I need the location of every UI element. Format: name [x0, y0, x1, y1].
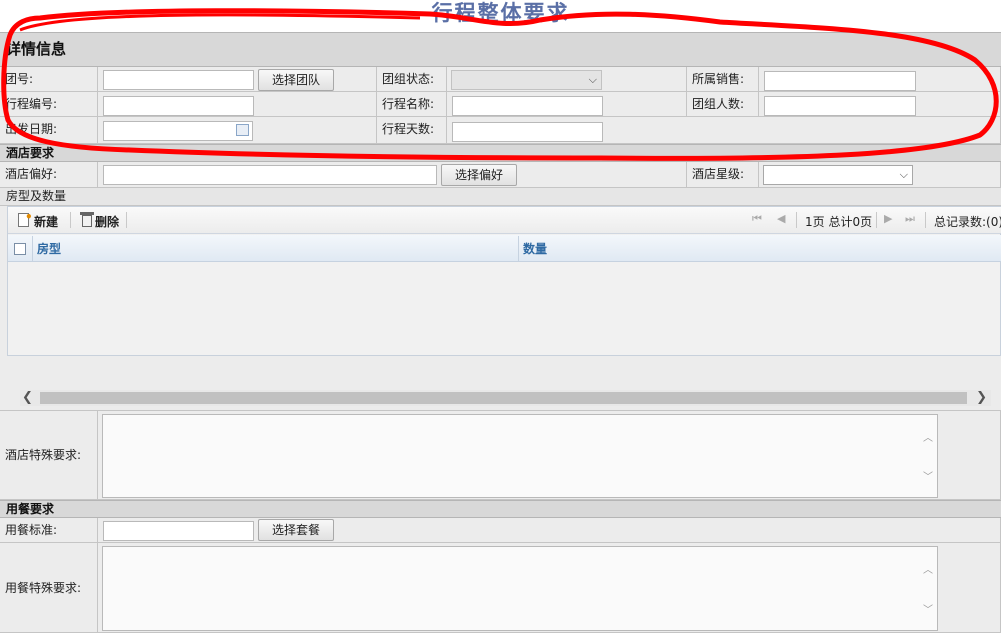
page-info: 1页 总计0页	[805, 215, 873, 229]
first-page-icon[interactable]: ⏮	[752, 212, 762, 226]
next-page-icon[interactable]: ▶	[884, 212, 892, 225]
scroll-up-icon[interactable]: ︿	[923, 429, 933, 444]
column-header-quantity[interactable]: 数量	[519, 236, 999, 262]
scroll-right-icon[interactable]: ❯	[976, 390, 987, 405]
scroll-down-icon[interactable]: ﹀	[923, 601, 933, 616]
rooms-heading: 房型及数量	[0, 188, 1001, 206]
group-no-input[interactable]	[103, 70, 254, 90]
calendar-icon[interactable]	[236, 124, 249, 136]
hotel-pref-label: 酒店偏好:	[0, 162, 98, 188]
group-no-label: 团号:	[0, 67, 98, 92]
toolbar-divider	[796, 212, 797, 228]
toolbar-divider	[876, 212, 877, 228]
group-size-input[interactable]	[764, 96, 916, 116]
last-page-icon[interactable]: ⏭	[905, 212, 915, 226]
scrollbar-thumb[interactable]	[40, 392, 967, 404]
itinerary-no-label: 行程编号:	[0, 92, 98, 117]
hotel-star-select[interactable]: ⌵	[763, 165, 913, 185]
depart-date-input[interactable]	[103, 121, 253, 141]
hotel-star-label: 酒店星级:	[687, 162, 759, 188]
hotel-special-label: 酒店特殊要求:	[0, 411, 98, 500]
group-size-label: 团组人数:	[687, 92, 759, 117]
meal-special-textarea[interactable]: ︿ ﹀	[102, 546, 938, 631]
new-icon[interactable]: •	[16, 210, 34, 229]
select-group-button[interactable]: 选择团队	[258, 69, 334, 91]
hotel-pref-input[interactable]	[103, 165, 437, 185]
itinerary-days-input[interactable]	[452, 122, 603, 142]
meal-standard-label: 用餐标准:	[0, 518, 98, 543]
scroll-left-icon[interactable]: ❮	[22, 390, 33, 405]
itinerary-days-label: 行程天数:	[377, 117, 447, 144]
itinerary-name-label: 行程名称:	[377, 92, 447, 117]
meal-special-label: 用餐特殊要求:	[0, 543, 98, 633]
select-package-button[interactable]: 选择套餐	[258, 519, 334, 541]
delete-button[interactable]: 删除	[95, 213, 119, 230]
chevron-down-icon: ⌵	[899, 168, 908, 181]
chevron-down-icon: ⌵	[588, 73, 597, 86]
trash-icon[interactable]	[80, 211, 94, 228]
sales-label: 所属销售:	[687, 67, 759, 92]
meal-standard-input[interactable]	[103, 521, 254, 541]
toolbar-divider	[70, 212, 71, 228]
itinerary-name-input[interactable]	[452, 96, 603, 116]
horizontal-scrollbar[interactable]: ❮ ❯	[20, 390, 991, 406]
select-pref-button[interactable]: 选择偏好	[441, 164, 517, 186]
hotel-section-heading: 酒店要求	[0, 144, 1001, 162]
depart-date-label: 出发日期:	[0, 117, 98, 144]
prev-page-icon[interactable]: ◀	[777, 212, 785, 225]
group-status-label: 团组状态:	[377, 67, 447, 92]
scroll-down-icon[interactable]: ﹀	[923, 468, 933, 483]
select-all-checkbox[interactable]	[14, 243, 26, 255]
itinerary-no-input[interactable]	[103, 96, 254, 116]
new-button[interactable]: 新建	[34, 213, 58, 230]
toolbar-divider	[126, 212, 127, 228]
sales-input[interactable]	[764, 71, 916, 91]
meal-section-heading: 用餐要求	[0, 500, 1001, 518]
page-title: 行程整体要求	[431, 0, 570, 25]
total-records: 总记录数:(0)	[934, 215, 1001, 229]
group-status-select[interactable]: ⌵	[451, 70, 602, 90]
toolbar-divider	[925, 212, 926, 228]
scroll-up-icon[interactable]: ︿	[923, 561, 933, 576]
detail-section-heading: 详情信息	[0, 32, 1001, 67]
column-header-room-type[interactable]: 房型	[33, 236, 518, 262]
hotel-special-textarea[interactable]: ︿ ﹀	[102, 414, 938, 498]
